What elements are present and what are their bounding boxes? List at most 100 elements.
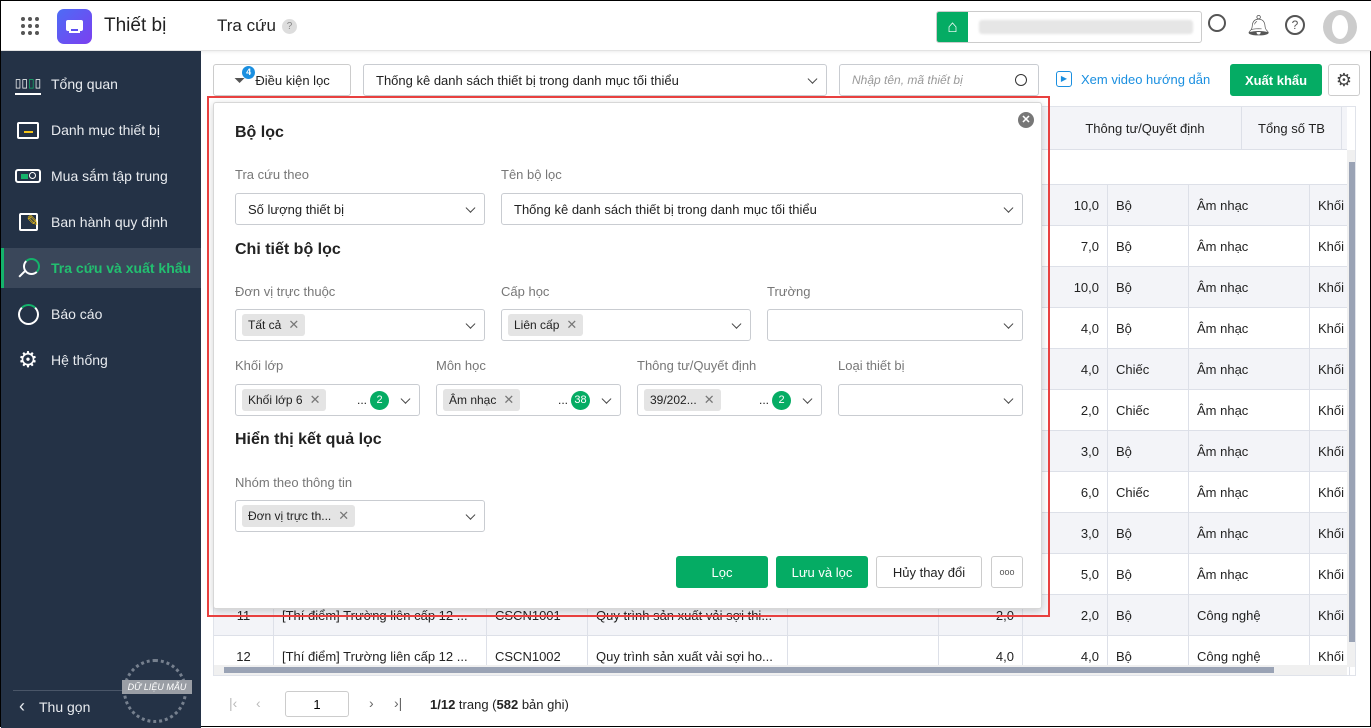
table-cell: Bộ [1108,185,1189,226]
sidebar-item-lookup-export[interactable]: Tra cứu và xuất khẩu [1,248,201,288]
table-cell: Khối [1310,349,1350,390]
circular-select[interactable]: 39/202... ✕... 2 [637,384,822,416]
table-cell: Chiếc [1108,390,1189,431]
chevron-down-icon [402,393,409,405]
avatar[interactable] [1323,10,1357,44]
table-cell: Khối [1310,185,1350,226]
saved-filter-select[interactable]: Thống kê danh sách thiết bị trong danh m… [363,64,827,96]
bell-icon[interactable]: 🔔︎ [1246,13,1271,38]
table-cell: Khối [1310,431,1350,472]
more-options-button[interactable]: ooo [991,556,1023,588]
discard-changes-button[interactable]: Hủy thay đổi [876,556,982,588]
folder-icon [15,119,41,141]
group-tag: Đơn vị trực th... ✕ [242,505,356,527]
unit-tag: Tất cả ✕ [242,314,306,336]
school-selector[interactable]: ⌂ [936,11,1202,43]
more-count-badge: 2 [772,390,791,410]
horizontal-scrollbar[interactable] [214,665,1347,675]
school-label: Trường [767,284,811,299]
table-cell: Âm nhạc [1189,472,1310,513]
table-cell: Khối [1310,513,1350,554]
table-cell: Chiếc [1108,472,1189,513]
filter-conditions-button[interactable]: ⏷ 4 Điều kiện lọc [213,64,351,96]
remove-tag-icon[interactable]: ✕ [503,392,514,408]
home-icon: ⌂ [937,12,968,42]
lookup-by-label: Tra cứu theo [235,167,309,182]
filter-name-select[interactable]: Thống kê danh sách thiết bị trong danh m… [501,193,1023,225]
subject-select[interactable]: Âm nhạc ✕... 38 [436,384,621,416]
sidebar-item-overview[interactable]: ▯▯ ▯ ▯ Tổng quan [1,64,201,104]
table-cell: Âm nhạc [1189,554,1310,595]
table-cell: Âm nhạc [1189,349,1310,390]
edit-icon: ✎ [15,211,41,233]
sidebar: ▯▯ ▯ ▯ Tổng quan Danh mục thiết bị Mua sắm … [1,51,201,728]
circular-tag: 39/202... ✕ [644,389,721,411]
table-cell: Khối [1310,390,1350,431]
save-and-apply-button[interactable]: Lưu và lọc [776,556,868,588]
sidebar-item-equipment-catalog[interactable]: Danh mục thiết bị [1,110,201,150]
table-cell: Âm nhạc [1189,431,1310,472]
table-cell: Bộ [1108,267,1189,308]
export-button[interactable]: Xuất khẩu [1230,64,1322,96]
table-cell: Khối [1310,554,1350,595]
sidebar-item-procurement[interactable]: Mua sắm tập trung [1,156,201,196]
search-icon[interactable] [1015,74,1027,86]
table-cell: Khối [1310,595,1350,636]
sidebar-item-reports[interactable]: Báo cáo [1,294,201,334]
video-guide-link[interactable]: ▶ Xem video hướng dẫn [1056,71,1210,87]
header-circular[interactable]: Thông tư/Quyết định [1049,107,1242,150]
group-by-select[interactable]: Đơn vị trực th... ✕ [235,500,485,532]
vertical-scrollbar[interactable] [1347,150,1355,667]
last-page-button[interactable]: ›| [394,695,402,711]
table-cell: Khối [1310,308,1350,349]
table-cell: Bộ [1108,308,1189,349]
table-cell: Bộ [1108,226,1189,267]
next-page-button[interactable]: › [369,695,374,711]
filter-panel-title: Bộ lọc [235,124,284,141]
projector-icon [15,165,41,187]
table-cell: Âm nhạc [1189,267,1310,308]
header-total[interactable]: Tổng số TB [1242,107,1342,150]
first-page-button[interactable]: |‹ [229,695,237,711]
remove-tag-icon[interactable]: ✕ [338,508,349,524]
equipment-type-label: Loại thiết bị [838,358,905,373]
remove-tag-icon[interactable]: ✕ [566,317,577,333]
sidebar-item-regulations[interactable]: ✎ Ban hành quy định [1,202,201,242]
chevron-down-icon [467,202,474,214]
search-input[interactable]: Nhập tên, mã thiết bị [839,64,1039,96]
apply-filter-button[interactable]: Lọc [676,556,768,588]
search-icon[interactable] [1208,14,1226,32]
equipment-type-select[interactable] [838,384,1023,416]
more-count-badge: 2 [370,390,389,410]
level-tag: Liên cấp ✕ [508,314,584,336]
table-cell: Âm nhạc [1189,308,1310,349]
circular-label: Thông tư/Quyết định [637,358,757,373]
chevron-left-icon: ‹ [19,696,25,716]
prev-page-button[interactable]: ‹ [256,695,261,711]
chevron-down-icon [1005,202,1012,214]
remove-tag-icon[interactable]: ✕ [704,392,715,408]
chevron-down-icon [467,318,474,330]
app-grid-icon[interactable] [21,17,39,35]
unit-select[interactable]: Tất cả ✕ [235,309,485,341]
table-cell: Bộ [1108,595,1189,636]
grade-select[interactable]: Khối lớp 6 ✕... 2 [235,384,420,416]
sidebar-item-system[interactable]: ⚙ Hệ thống [1,340,201,380]
help-icon[interactable]: ? [1285,15,1305,35]
settings-gear-icon[interactable]: ⚙ [1328,64,1360,96]
level-select[interactable]: Liên cấp ✕ [501,309,751,341]
page-number-input[interactable] [285,691,349,717]
remove-tag-icon[interactable]: ✕ [310,392,321,408]
grade-tag: Khối lớp 6 ✕ [242,389,327,411]
collapse-sidebar-button[interactable]: ‹ Thu gọn [19,696,90,717]
lookup-by-select[interactable]: Số lượng thiết bị [235,193,485,225]
filter-detail-title: Chi tiết bộ lọc [235,241,341,258]
gear-icon: ⚙ [18,347,38,372]
remove-tag-icon[interactable]: ✕ [288,317,299,333]
subject-label: Môn học [436,358,486,373]
help-badge[interactable]: ? [282,19,297,34]
school-select[interactable] [767,309,1023,341]
pie-chart-icon [15,303,41,325]
display-results-title: Hiển thị kết quả lọc [235,431,382,448]
close-icon[interactable]: ✕ [1018,112,1034,128]
